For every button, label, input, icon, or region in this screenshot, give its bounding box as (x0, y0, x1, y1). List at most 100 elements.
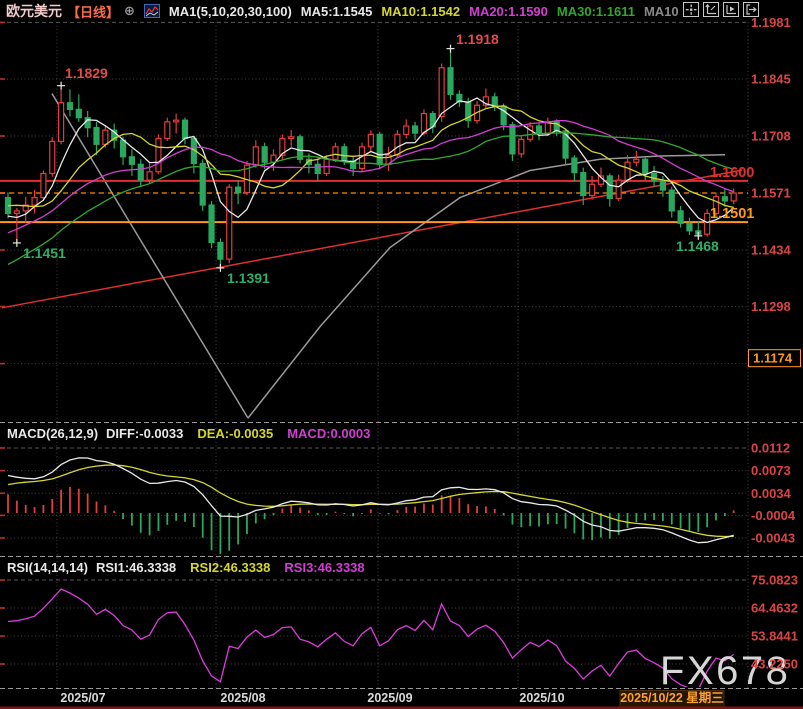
candle (590, 184, 595, 195)
candle (67, 103, 72, 110)
candle (342, 147, 347, 161)
candle (59, 103, 64, 142)
candle (236, 187, 241, 192)
candle (581, 173, 586, 196)
ma30-line (8, 133, 734, 265)
candle (377, 134, 382, 164)
candle (333, 147, 338, 159)
price-line-label: 1.1501 (710, 206, 754, 222)
chart-toolbar (683, 2, 759, 17)
rsi-line (8, 589, 734, 690)
candle (262, 147, 267, 162)
axis-label: 1.1298 (751, 299, 791, 314)
crosshair-icon[interactable] (683, 2, 699, 17)
candle (510, 125, 515, 154)
rsi-header: RSI(14,14,14) RSI1:46.3338 RSI2:46.3338 … (7, 560, 365, 575)
ma30-value: MA30:1.1611 (557, 4, 635, 19)
date-label: 2025/09 (367, 691, 412, 705)
ma-settings-label: MA1(5,10,20,30,100) (169, 4, 292, 19)
macd-macd-value: MACD:0.0003 (287, 426, 370, 441)
candle (50, 141, 55, 173)
dea-line (8, 465, 734, 537)
pivot-label: 1.1829 (65, 65, 108, 81)
candle (289, 137, 294, 139)
pivot-label: 1.1391 (227, 270, 270, 286)
rsi3-value: RSI3:46.3338 (284, 560, 364, 575)
candle (200, 163, 205, 205)
candle (634, 159, 639, 162)
candle (209, 205, 214, 242)
pivot-label: 1.1451 (23, 245, 66, 261)
axis-label: 75.0823 (751, 573, 798, 588)
symbol-name: 欧元美元 (6, 1, 62, 21)
candle (76, 109, 81, 117)
candle (138, 164, 143, 180)
candle (669, 190, 674, 211)
ma10-value: MA10:1.1542 (381, 4, 460, 19)
candle (174, 120, 179, 122)
candle (271, 155, 276, 162)
macd-panel (8, 458, 734, 554)
candle (448, 68, 453, 95)
chart-style-icon[interactable] (144, 4, 160, 18)
axis-label: -0.0043 (751, 530, 795, 545)
rsi1-value: RSI1:46.3338 (96, 560, 176, 575)
candle (492, 97, 497, 106)
candle (227, 187, 232, 259)
pivot-label: 1.1918 (456, 31, 499, 47)
chart-canvas[interactable]: 1.18291.19181.14511.13911.14681.16001.15… (0, 0, 803, 709)
axis-label: 1.1571 (751, 186, 791, 201)
macd-title: MACD(26,12,9) (7, 426, 98, 441)
current-date-label: 2025/10/22 星期三 (620, 690, 724, 705)
ma20-value: MA20:1.1590 (469, 4, 548, 19)
candle (129, 157, 134, 164)
axis-label: 1.1981 (751, 15, 791, 30)
candle (103, 130, 108, 144)
ma100-label: MA10 (644, 4, 679, 19)
rsi-panel (8, 589, 734, 690)
candle (165, 122, 170, 139)
candle (94, 128, 99, 145)
candle (625, 162, 630, 180)
candle (678, 211, 683, 223)
date-label: 2025/07 (60, 691, 105, 705)
diff-line (8, 458, 734, 543)
fit-y-axis-icon[interactable] (703, 2, 719, 17)
candle (253, 147, 258, 165)
candle (395, 134, 400, 155)
candle (528, 126, 533, 139)
candle (501, 106, 506, 125)
candle (519, 139, 524, 154)
axis-label: 1.1708 (751, 129, 791, 144)
plus-circle-icon[interactable]: ⊕ (124, 3, 135, 19)
candle (660, 181, 665, 190)
title-bar: 欧元美元 【日线】 ⊕ MA1(5,10,20,30,100) MA5:1.15… (6, 2, 679, 20)
candle (607, 176, 612, 198)
candle (404, 126, 409, 134)
axis-label: 1.1434 (751, 242, 792, 257)
axis-label: 43.2250 (751, 657, 798, 672)
trendline (248, 155, 725, 418)
ma5-value: MA5:1.1545 (301, 4, 373, 19)
candle (218, 243, 223, 260)
step-forward-icon[interactable] (723, 2, 739, 17)
axis-label: 53.8441 (751, 629, 798, 644)
axis-label: 0.0073 (751, 463, 791, 478)
collapse-right-icon[interactable] (743, 2, 759, 17)
candle (705, 213, 710, 234)
rsi-title: RSI(14,14,14) (7, 560, 88, 575)
candle (421, 114, 426, 134)
macd-dea-value: DEA:-0.0035 (197, 426, 273, 441)
trendline (2, 170, 742, 308)
candle (183, 120, 188, 138)
candle (315, 164, 320, 173)
candle (156, 138, 161, 171)
pivot-label: 1.1468 (676, 238, 719, 254)
ma5-line (8, 98, 734, 223)
axis-label: 1.1845 (751, 72, 791, 87)
candle (722, 197, 727, 201)
boxed-axis-label: 1.1174 (753, 351, 793, 366)
axis-label: 0.0034 (751, 486, 792, 501)
candle (121, 140, 126, 157)
candle (731, 193, 736, 201)
